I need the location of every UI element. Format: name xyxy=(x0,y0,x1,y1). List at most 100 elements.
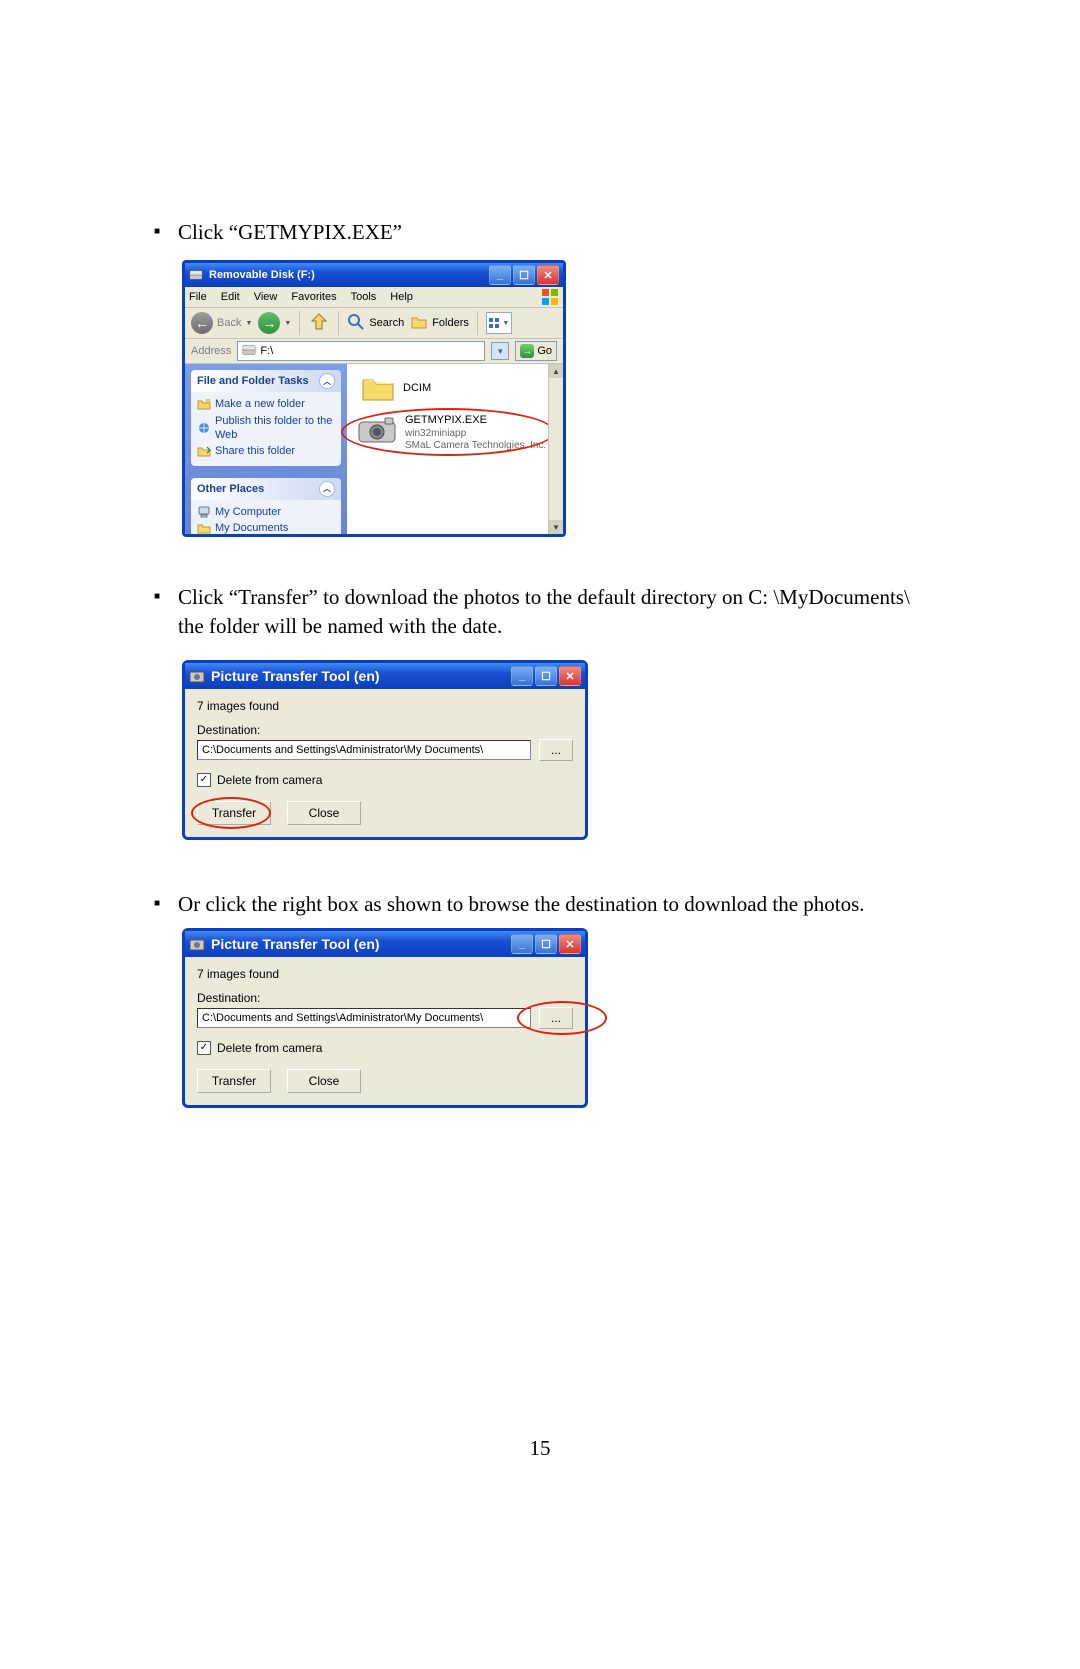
search-button[interactable]: Search xyxy=(347,313,404,334)
destination-label: Destination: xyxy=(197,991,573,1005)
back-icon: ← xyxy=(191,312,213,334)
forward-icon: → xyxy=(258,312,280,334)
transfer-button[interactable]: Transfer xyxy=(197,801,271,825)
close-button[interactable]: ✕ xyxy=(559,934,581,954)
address-label: Address xyxy=(191,345,231,357)
side-panel: File and Folder Tasks ︿ Make a new folde… xyxy=(185,364,347,534)
up-button[interactable] xyxy=(308,312,330,334)
toolbar: ← Back ▼ → ▼ Search xyxy=(185,308,563,339)
menu-edit[interactable]: Edit xyxy=(221,291,240,303)
close-dialog-button[interactable]: Close xyxy=(287,1069,361,1093)
destination-input[interactable]: C:\Documents and Settings\Administrator\… xyxy=(197,1008,531,1028)
explorer-window: Removable Disk (F:) _ ☐ ✕ File Edit View… xyxy=(182,260,566,537)
file-getmypix[interactable]: GETMYPIX.EXE win32miniapp SMaL Camera Te… xyxy=(357,414,546,451)
tasks-header[interactable]: File and Folder Tasks ︿ xyxy=(191,370,341,392)
scroll-up-icon[interactable]: ▲ xyxy=(549,364,563,378)
bullet-text: Or click the right box as shown to brows… xyxy=(178,890,864,918)
file-sub2: SMaL Camera Technolgies, Inc. xyxy=(405,440,546,452)
destination-label: Destination: xyxy=(197,723,573,737)
page-number: 15 xyxy=(0,1436,1080,1461)
camera-icon xyxy=(357,414,397,444)
dialog-titlebar[interactable]: Picture Transfer Tool (en) _ ☐ ✕ xyxy=(185,663,585,689)
transfer-button[interactable]: Transfer xyxy=(197,1069,271,1093)
menu-file[interactable]: File xyxy=(189,291,207,303)
computer-icon xyxy=(197,505,211,519)
new-folder-icon xyxy=(197,397,211,411)
destination-input[interactable]: C:\Documents and Settings\Administrator\… xyxy=(197,740,531,760)
link-my-documents[interactable]: My Documents xyxy=(197,520,335,535)
drive-icon xyxy=(189,268,203,282)
go-button[interactable]: → Go xyxy=(515,341,557,361)
delete-checkbox[interactable]: ✓ xyxy=(197,1041,211,1055)
other-places-header[interactable]: Other Places ︿ xyxy=(191,478,341,500)
windows-logo-icon xyxy=(541,288,559,306)
share-icon xyxy=(197,444,211,458)
browse-button[interactable]: ... xyxy=(539,1007,573,1029)
go-icon: → xyxy=(520,344,534,358)
folder-icon xyxy=(361,374,395,402)
app-icon xyxy=(189,668,205,684)
minimize-button[interactable]: _ xyxy=(511,934,533,954)
maximize-button[interactable]: ☐ xyxy=(535,934,557,954)
bullet-marker: ■ xyxy=(154,226,160,237)
delete-label: Delete from camera xyxy=(217,773,322,787)
maximize-button[interactable]: ☐ xyxy=(513,265,535,285)
task-publish[interactable]: Publish this folder to the Web xyxy=(197,413,335,444)
chevron-up-icon: ︿ xyxy=(319,373,335,389)
dialog-titlebar[interactable]: Picture Transfer Tool (en) _ ☐ ✕ xyxy=(185,931,585,957)
dialog-title: Picture Transfer Tool (en) xyxy=(211,936,380,952)
window-title: Removable Disk (F:) xyxy=(209,269,315,281)
publish-icon xyxy=(197,421,211,435)
menu-help[interactable]: Help xyxy=(390,291,413,303)
app-icon xyxy=(189,936,205,952)
browse-button[interactable]: ... xyxy=(539,739,573,761)
transfer-dialog: Picture Transfer Tool (en) _ ☐ ✕ 7 image… xyxy=(182,928,588,1108)
delete-checkbox[interactable]: ✓ xyxy=(197,773,211,787)
titlebar[interactable]: Removable Disk (F:) _ ☐ ✕ xyxy=(185,263,563,287)
menu-view[interactable]: View xyxy=(254,291,278,303)
task-share[interactable]: Share this folder xyxy=(197,443,335,459)
close-button[interactable]: ✕ xyxy=(559,666,581,686)
file-sub1: win32miniapp xyxy=(405,428,546,440)
address-value: F:\ xyxy=(260,345,273,357)
folders-icon xyxy=(410,313,428,334)
minimize-button[interactable]: _ xyxy=(511,666,533,686)
views-button[interactable]: ▼ xyxy=(486,312,512,334)
bullet-text: Click “GETMYPIX.EXE” xyxy=(178,218,402,246)
menubar: File Edit View Favorites Tools Help xyxy=(185,287,563,308)
documents-icon xyxy=(197,521,211,534)
forward-button[interactable]: → ▼ xyxy=(258,312,291,334)
menu-favorites[interactable]: Favorites xyxy=(291,291,336,303)
link-my-computer[interactable]: My Computer xyxy=(197,504,335,520)
folders-button[interactable]: Folders xyxy=(410,313,469,334)
task-new-folder[interactable]: Make a new folder xyxy=(197,396,335,412)
drive-small-icon xyxy=(242,343,256,360)
bullet-marker: ■ xyxy=(154,591,160,602)
bullet-item: ■ Or click the right box as shown to bro… xyxy=(154,890,934,918)
address-bar: Address F:\ ▼ → Go xyxy=(185,339,563,364)
bullet-text: Click “Transfer” to download the photos … xyxy=(178,583,934,640)
folder-dcim[interactable]: DCIM xyxy=(361,374,431,402)
images-found-label: 7 images found xyxy=(197,967,573,981)
back-button[interactable]: ← Back ▼ xyxy=(191,312,252,334)
menu-tools[interactable]: Tools xyxy=(351,291,377,303)
chevron-up-icon: ︿ xyxy=(319,481,335,497)
images-found-label: 7 images found xyxy=(197,699,573,713)
scrollbar[interactable]: ▲ ▼ xyxy=(548,364,563,534)
close-dialog-button[interactable]: Close xyxy=(287,801,361,825)
address-dropdown[interactable]: ▼ xyxy=(491,342,509,360)
address-field[interactable]: F:\ xyxy=(237,341,485,361)
bullet-item: ■ Click “Transfer” to download the photo… xyxy=(154,583,934,640)
minimize-button[interactable]: _ xyxy=(489,265,511,285)
dialog-title: Picture Transfer Tool (en) xyxy=(211,668,380,684)
maximize-button[interactable]: ☐ xyxy=(535,666,557,686)
delete-label: Delete from camera xyxy=(217,1041,322,1055)
close-button[interactable]: ✕ xyxy=(537,265,559,285)
bullet-marker: ■ xyxy=(154,898,160,909)
bullet-item: ■ Click “GETMYPIX.EXE” xyxy=(154,218,934,246)
file-name: GETMYPIX.EXE xyxy=(405,414,546,427)
search-icon xyxy=(347,313,365,334)
transfer-dialog: Picture Transfer Tool (en) _ ☐ ✕ 7 image… xyxy=(182,660,588,840)
files-pane[interactable]: DCIM GETMYPIX.EXE win32miniapp SMaL Came… xyxy=(347,364,563,534)
scroll-down-icon[interactable]: ▼ xyxy=(549,520,563,534)
